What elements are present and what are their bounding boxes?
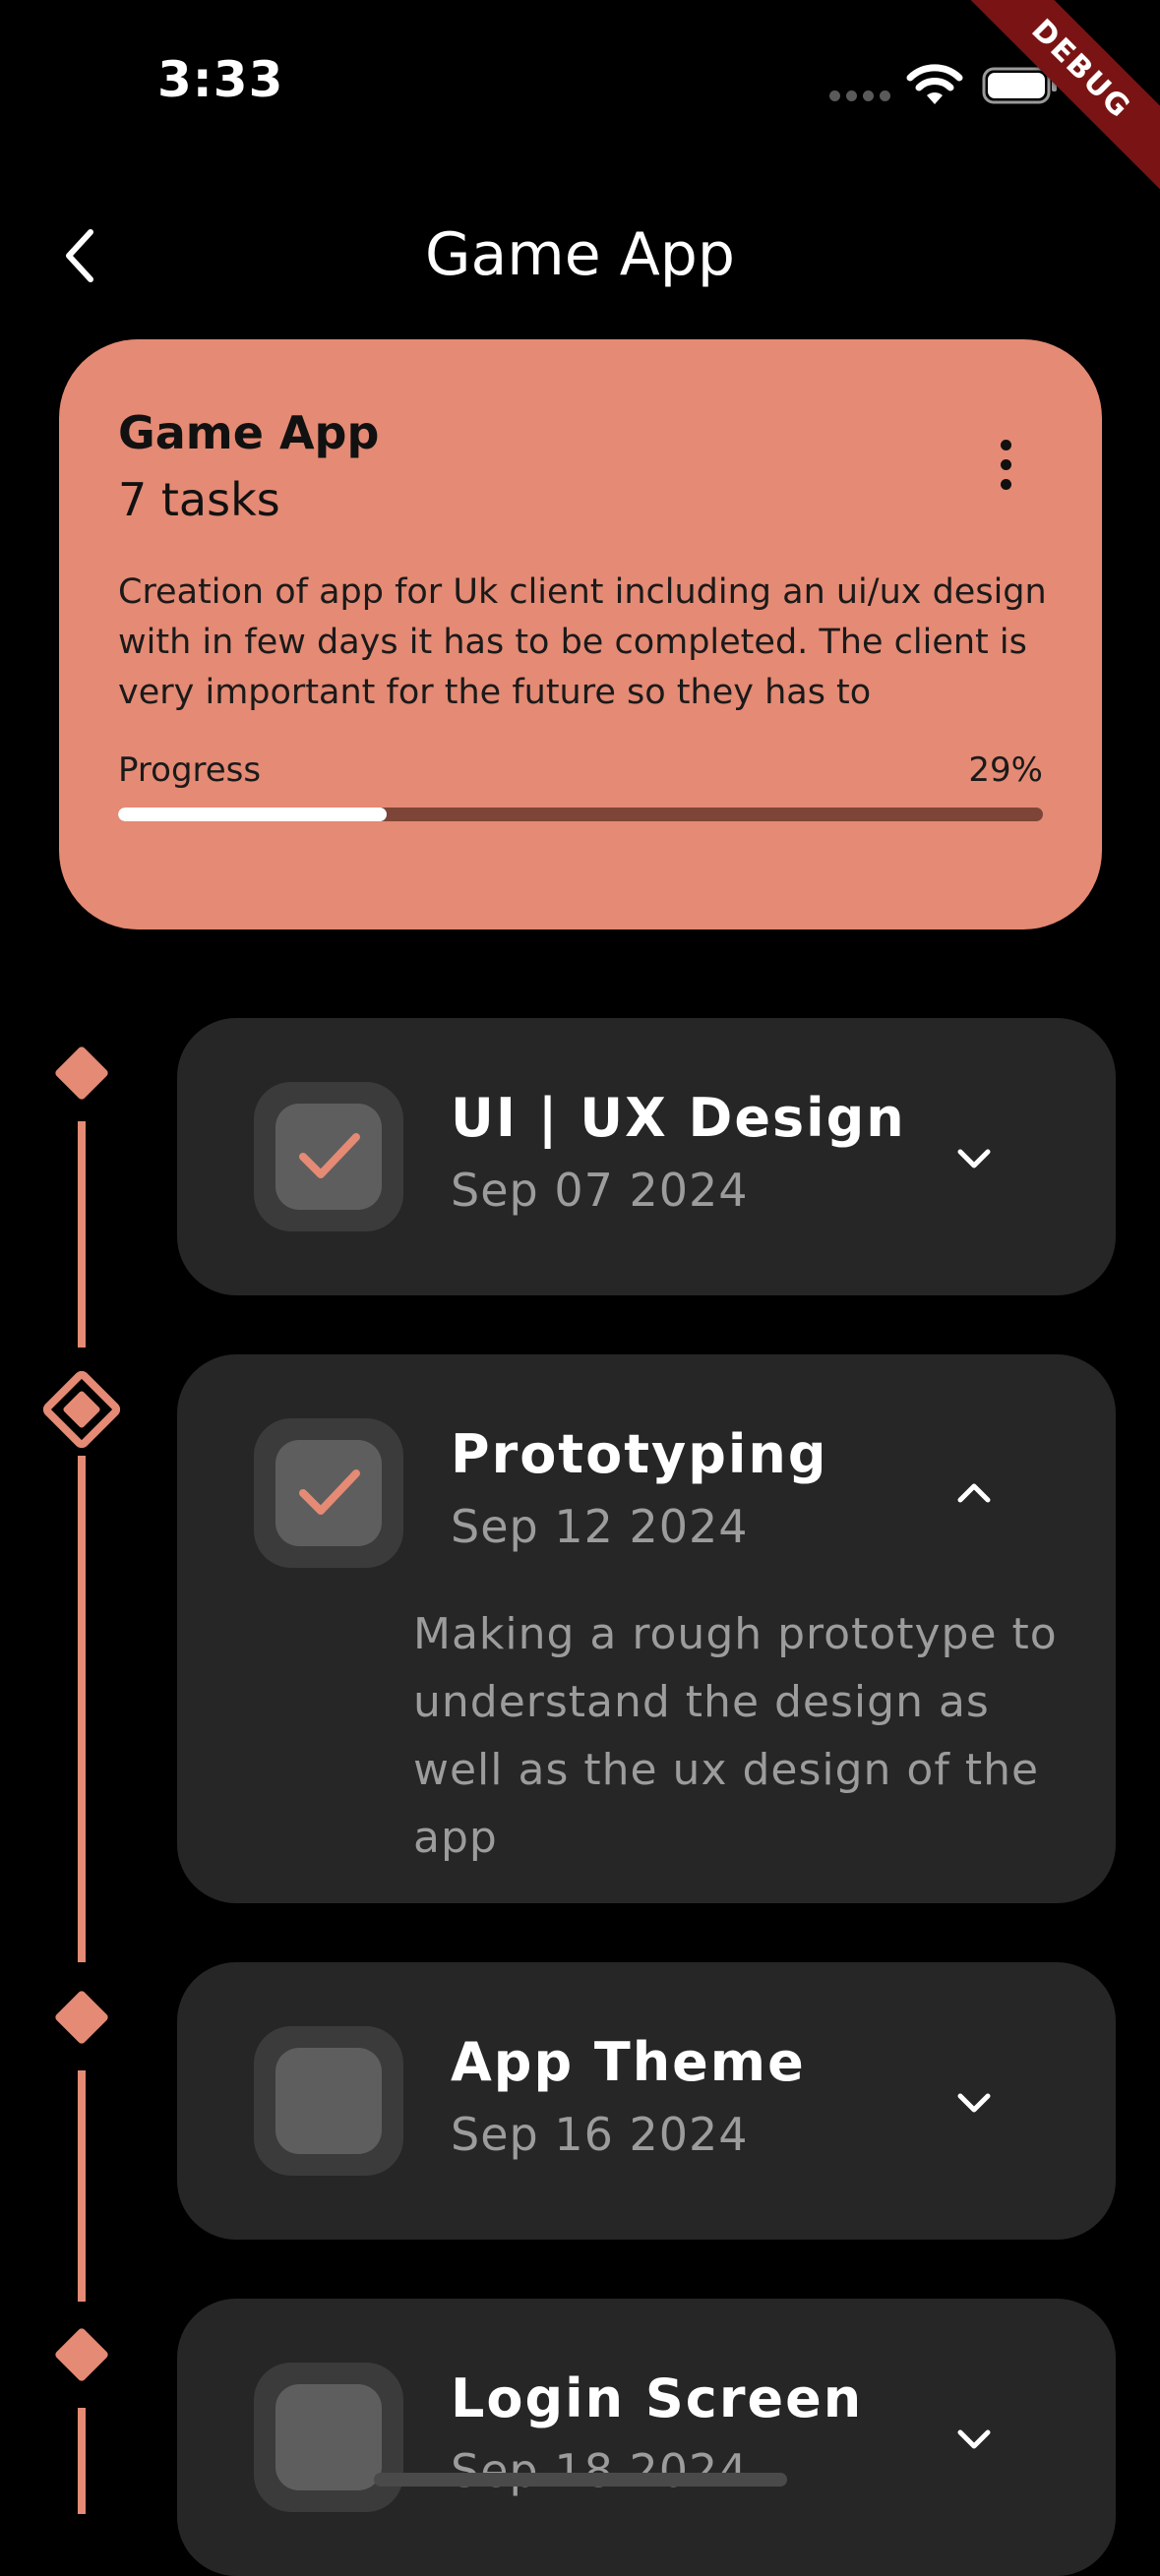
checkmark-icon: [299, 1469, 360, 1515]
checkmark-icon: [299, 1133, 360, 1178]
task-date: Sep 07 2024: [451, 1164, 749, 1217]
task-card[interactable]: UI | UX Design Sep 07 2024: [177, 1018, 1116, 1295]
progress-bar: [118, 808, 1043, 821]
chevron-down-icon[interactable]: [952, 2425, 996, 2454]
task-date: Sep 18 2024: [451, 2444, 749, 2497]
timeline-marker-active: [39, 1367, 124, 1452]
timeline-segment: [78, 2408, 86, 2514]
wifi-icon: [906, 64, 963, 104]
progress-percentage: 29%: [968, 750, 1043, 790]
task-title: Login Screen: [451, 2367, 864, 2429]
task-title: Prototyping: [451, 1423, 828, 1485]
timeline-segment: [78, 1456, 86, 1962]
chevron-down-icon[interactable]: [952, 2088, 996, 2118]
project-summary-card: Game App 7 tasks Creation of app for Uk …: [59, 339, 1102, 929]
timeline-marker: [53, 1045, 110, 1102]
chevron-down-icon[interactable]: [952, 1144, 996, 1173]
task-title: App Theme: [451, 2031, 806, 2093]
task-checkbox[interactable]: [254, 2363, 403, 2512]
cellular-signal-icon: [829, 90, 890, 101]
task-date: Sep 16 2024: [451, 2108, 749, 2161]
page-title: Game App: [425, 220, 735, 289]
task-card[interactable]: Prototyping Sep 12 2024 Making a rough p…: [177, 1354, 1116, 1903]
project-description: Creation of app for Uk client including …: [118, 572, 1047, 712]
task-description: Making a rough prototype to understand t…: [413, 1609, 1058, 1863]
task-checkbox[interactable]: [254, 1418, 403, 1568]
project-title: Game App: [118, 406, 380, 459]
project-task-count: 7 tasks: [118, 473, 280, 526]
timeline-segment: [78, 1121, 86, 1348]
timeline-marker: [53, 1989, 110, 2046]
task-date: Sep 12 2024: [451, 1500, 749, 1553]
task-checkbox[interactable]: [254, 1082, 403, 1231]
more-options-icon[interactable]: [994, 440, 1017, 495]
chevron-up-icon[interactable]: [952, 1478, 996, 1508]
home-indicator[interactable]: [374, 2473, 787, 2486]
status-time: 3:33: [157, 51, 284, 108]
task-card[interactable]: Login Screen Sep 18 2024: [177, 2299, 1116, 2576]
task-card[interactable]: App Theme Sep 16 2024: [177, 1962, 1116, 2240]
timeline-marker: [53, 2326, 110, 2383]
task-title: UI | UX Design: [451, 1087, 906, 1149]
progress-bar-fill: [118, 808, 387, 821]
task-checkbox[interactable]: [254, 2026, 403, 2176]
progress-label: Progress: [118, 750, 262, 790]
timeline-segment: [78, 2070, 86, 2302]
